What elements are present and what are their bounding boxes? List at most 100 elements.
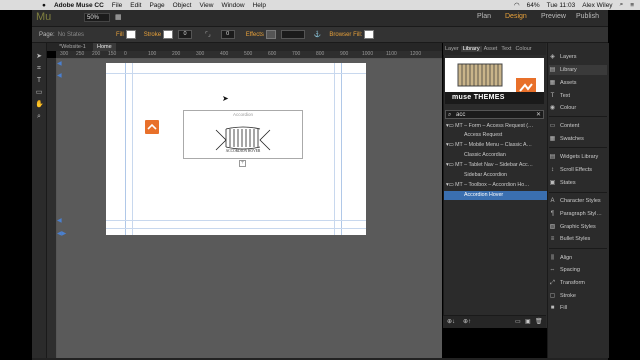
guide-line[interactable] (106, 73, 366, 74)
menu-file[interactable]: File (112, 2, 122, 9)
mode-plan[interactable]: Plan (477, 13, 491, 20)
new-item-icon[interactable]: ▣ (525, 318, 531, 325)
search-icon[interactable]: ⌕ (620, 1, 624, 9)
mode-design[interactable]: Design (505, 13, 527, 20)
anchor-icon[interactable]: ⚓ (314, 31, 321, 38)
panel-swatches[interactable]: ▦ Swatches (549, 134, 607, 144)
header-marker[interactable]: ◀ (57, 60, 62, 67)
muse-themes-icon[interactable] (145, 120, 159, 134)
panel-colour[interactable]: ◉ Colour (549, 103, 607, 113)
menu-page[interactable]: Page (149, 2, 164, 9)
layers-icon: ◈ (550, 53, 555, 60)
import-icon[interactable]: ⊕↓ (447, 318, 455, 325)
library-search-value[interactable]: acc (456, 111, 465, 119)
menu-app-name[interactable]: Adobe Muse CC (54, 2, 104, 9)
user-label[interactable]: Alex Wiley (582, 2, 612, 9)
mode-preview[interactable]: Preview (541, 13, 566, 20)
panel-spacing[interactable]: ⇔ Spacing (549, 265, 607, 275)
mode-publish[interactable]: Publish (576, 13, 599, 20)
tab-asset[interactable]: Asset (482, 46, 500, 52)
text-tool-icon[interactable]: T (35, 77, 43, 85)
guide-line[interactable] (125, 63, 126, 235)
panel-library[interactable]: ▤ Library (549, 65, 607, 75)
tab-website[interactable]: *Website-1 (55, 43, 90, 51)
tab-layer[interactable]: Layer (443, 46, 461, 52)
library-folder[interactable]: ▾▭ MT – Toolbox – Accordion Ho… (444, 181, 548, 190)
trash-icon[interactable]: 🗑 (535, 318, 543, 325)
wifi-icon[interactable]: ◠ (514, 1, 520, 9)
panel-character-styles[interactable]: A Character Styles (549, 196, 607, 206)
tab-library[interactable]: Library (460, 46, 482, 52)
footer-marker[interactable]: ◀▶ (57, 230, 66, 237)
menu-window[interactable]: Window (221, 2, 244, 9)
fill-label[interactable]: Fill (116, 32, 124, 38)
export-icon[interactable]: ⊕↑ (463, 318, 471, 325)
library-folder[interactable]: ▾▭ MT – Tablet Nav – Sidebar Acc… (444, 161, 548, 170)
new-folder-icon[interactable]: ▭ (515, 318, 521, 325)
panel-assets[interactable]: ▦ Assets (549, 78, 607, 88)
ruler-tick: 800 (316, 51, 325, 57)
guide-line[interactable] (132, 63, 133, 235)
panel-align[interactable]: ⫼ Align (549, 253, 607, 263)
panel-graphic-styles[interactable]: ▧ Graphic Styles (549, 222, 607, 232)
zoom-select[interactable]: 50% (84, 13, 110, 22)
effects-label[interactable]: Effects (246, 32, 264, 38)
stroke-width-input[interactable]: 0 (178, 30, 193, 39)
effects-toggle[interactable] (265, 30, 276, 39)
opacity-input[interactable] (280, 30, 305, 39)
guide-line[interactable] (341, 63, 342, 235)
rectangle-tool-icon[interactable]: ▭ (35, 89, 43, 97)
panel-transform[interactable]: ⤢ Transform (549, 278, 607, 288)
apple-icon[interactable]: ● (42, 2, 46, 9)
folder-label: MT – Toolbox – Accordion Ho… (455, 182, 530, 188)
view-options-icon[interactable]: ▦ (115, 13, 122, 21)
crop-tool-icon[interactable]: ⌗ (35, 65, 43, 73)
menu-edit[interactable]: Edit (130, 2, 141, 9)
browser-fill-swatch[interactable] (364, 30, 375, 39)
guide-line[interactable] (334, 63, 335, 235)
ruler-tick: 200 (172, 51, 181, 57)
assets-icon: ▦ (549, 79, 556, 86)
panel-content[interactable]: ▭ Content (549, 121, 607, 131)
menu-object[interactable]: Object (173, 2, 192, 9)
library-folder[interactable]: ▾▭ MT – Form – Access Request (… (444, 122, 548, 131)
panel-stroke[interactable]: ▢ Stroke (549, 291, 607, 301)
zoom-tool-icon[interactable]: ⌕ (35, 113, 43, 121)
panel-widgets-library[interactable]: ▤ Widgets Library (549, 152, 607, 162)
hand-tool-icon[interactable]: ✋ (35, 101, 44, 109)
folder-label: MT – Form – Access Request (… (455, 123, 534, 129)
library-folder[interactable]: ▾▭ MT – Mobile Menu – Classic A… (444, 141, 548, 150)
guide-line[interactable] (106, 228, 366, 229)
guide-line[interactable] (106, 220, 366, 221)
stroke-label[interactable]: Stroke (144, 32, 161, 38)
bullet-styles-icon: ≡ (550, 235, 555, 242)
vertical-ruler[interactable] (47, 58, 57, 358)
panel-scroll-effects[interactable]: ↕ Scroll Effects (549, 165, 607, 175)
menu-help[interactable]: Help (253, 2, 266, 9)
tab-text[interactable]: Text (499, 46, 513, 52)
panel-states[interactable]: ▣ States (549, 178, 607, 188)
add-item-button[interactable]: + (239, 160, 246, 167)
stroke-swatch[interactable] (163, 30, 174, 39)
panel-paragraph-styles[interactable]: ¶ Paragraph Styl… (549, 209, 607, 219)
horizontal-ruler[interactable]: 300 250 200 150 0 100 200 300 400 500 60… (56, 51, 442, 59)
tab-home[interactable]: Home (93, 43, 116, 51)
corner-radius-input[interactable]: 0 (220, 30, 235, 39)
selection-tool-icon[interactable]: ➤ (35, 53, 43, 61)
panel-bullet-styles[interactable]: ≡ Bullet Styles (549, 234, 607, 244)
menu-list-icon[interactable]: ≡ (630, 2, 634, 9)
page-state[interactable]: No States (58, 32, 84, 38)
tab-colour[interactable]: Colour (513, 46, 533, 52)
panel-text[interactable]: T Text (549, 91, 607, 101)
widgets-icon: ▤ (549, 153, 556, 160)
panel-fill[interactable]: ■ Fill (549, 303, 607, 313)
footer-marker[interactable]: ◀ (57, 217, 62, 224)
menu-view[interactable]: View (199, 2, 213, 9)
clear-search-icon[interactable]: ✕ (536, 111, 541, 119)
header-marker[interactable]: ◀ (57, 72, 62, 79)
library-search-field[interactable]: ⌕ acc ✕ (445, 110, 544, 119)
browser-fill-label[interactable]: Browser Fill: (329, 32, 362, 38)
fill-swatch[interactable] (125, 30, 136, 39)
panel-layers[interactable]: ◈ Layers (549, 52, 607, 62)
clock-label[interactable]: Tue 11:03 (547, 2, 576, 9)
